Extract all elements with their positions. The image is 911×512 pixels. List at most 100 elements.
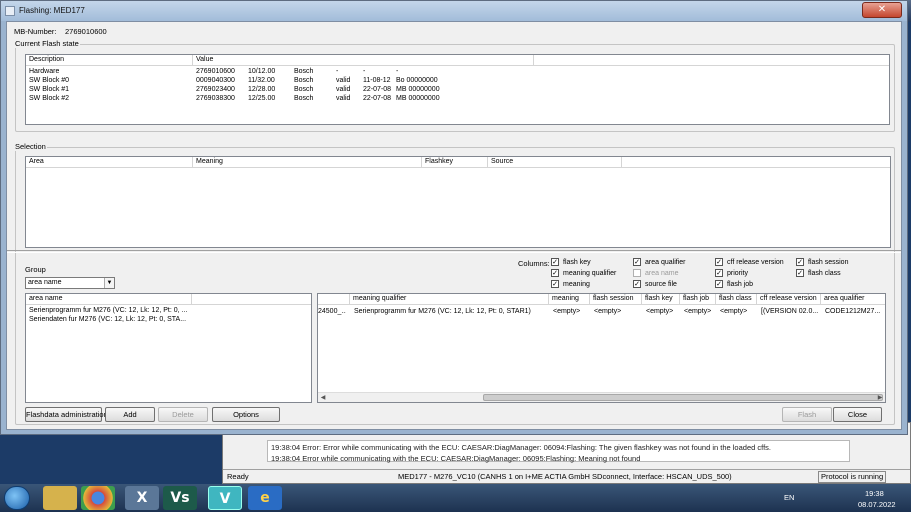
list-item[interactable]: Serienprogramm fur M276 (VC: 12, Lk: 12,… — [26, 306, 311, 315]
group-select-value: area name — [28, 279, 62, 286]
delete-button[interactable]: Delete — [158, 407, 208, 422]
table-cell: MB 00000000 — [396, 86, 440, 93]
column-checkbox[interactable]: ✓ — [715, 269, 723, 277]
vediamo-vs-icon[interactable]: Vs — [163, 486, 197, 510]
column-header[interactable]: area name — [26, 294, 192, 305]
table-cell: SW Block #1 — [29, 86, 70, 93]
area-name-list[interactable]: area name Serienprogramm fur M276 (VC: 1… — [25, 293, 312, 403]
close-button[interactable]: Close — [833, 407, 882, 422]
chevron-down-icon[interactable]: ▼ — [104, 278, 114, 288]
table-cell: <empty> — [646, 308, 674, 315]
column-header[interactable]: Area — [26, 157, 193, 168]
table-row[interactable]: 24500_... Serienprogramm fur M276 (VC: 12… — [318, 307, 885, 316]
group-title: Selection — [14, 142, 47, 151]
column-header[interactable] — [534, 55, 889, 66]
title-bar[interactable]: Flashing: MED177 ✕ — [1, 1, 907, 21]
status-protocol: Protocol is running — [818, 471, 887, 483]
scrollbar-thumb[interactable] — [483, 394, 883, 401]
table-cell: [(VERSION 02.0... — [761, 308, 819, 315]
table-cell: Bosch — [294, 86, 314, 93]
column-header[interactable]: Meaning — [193, 157, 422, 168]
column-header[interactable] — [318, 294, 350, 305]
column-header[interactable]: flash class — [716, 294, 757, 305]
start-button[interactable] — [4, 486, 30, 510]
column-header[interactable]: Flashkey — [422, 157, 488, 168]
column-checkbox[interactable]: ✓ — [715, 280, 723, 288]
column-checkbox[interactable]: ✓ — [633, 280, 641, 288]
column-header[interactable]: cff release version — [757, 294, 821, 305]
column-checkbox-label: flash session — [808, 259, 849, 266]
column-header[interactable]: area qualifier — [821, 294, 885, 305]
flash-state-list: Description Value Hardware 2769010600 10/1… — [25, 54, 890, 125]
column-checkbox-label: meaning — [563, 281, 590, 288]
xentry-icon[interactable]: X — [125, 486, 159, 510]
scroll-left-icon[interactable]: ◀ — [318, 393, 328, 402]
column-header[interactable]: Source — [488, 157, 622, 168]
table-cell: 12/28.00 — [248, 86, 276, 93]
flashdata-administration-button[interactable]: Flashdata administration — [25, 407, 108, 422]
table-cell: 22-07-08 — [363, 95, 392, 102]
flash-button[interactable]: Flash — [782, 407, 832, 422]
column-header[interactable]: Description — [26, 55, 193, 66]
table-cell: <empty> — [684, 308, 712, 315]
table-cell: MB 00000000 — [396, 95, 440, 102]
status-ready: Ready — [227, 472, 249, 481]
window-title: Flashing: MED177 — [19, 6, 85, 15]
table-cell: 10/12.00 — [248, 68, 276, 75]
current-flash-group: Current Flash state Description Value Ha… — [14, 39, 895, 132]
column-checkbox[interactable]: ✓ — [551, 269, 559, 277]
column-checkbox-label: flash job — [727, 281, 754, 288]
column-checkbox[interactable]: ✓ — [633, 258, 641, 266]
selection-list[interactable]: Area Meaning Flashkey Source — [25, 156, 891, 248]
dialog-client: MB-Number: 2769010600 Current Flash stat… — [6, 21, 902, 430]
status-connection: MED177 - M276_VC10 (CANHS 1 on I+ME ACTI… — [398, 472, 732, 481]
column-checkbox[interactable]: ✓ — [796, 258, 804, 266]
column-header[interactable]: meaning qualifier — [350, 294, 549, 305]
column-header[interactable]: flash session — [590, 294, 642, 305]
group-select[interactable]: area name ▼ — [25, 277, 115, 289]
explorer-icon[interactable] — [43, 486, 77, 510]
options-button[interactable]: Options — [212, 407, 280, 422]
table-cell: - — [363, 68, 366, 75]
table-cell: valid — [336, 86, 351, 93]
add-button[interactable]: Add — [105, 407, 155, 422]
splitter[interactable] — [7, 250, 901, 253]
window-close-button[interactable]: ✕ — [862, 2, 902, 18]
column-checkbox[interactable] — [633, 269, 641, 277]
column-header[interactable]: Value — [193, 55, 534, 66]
list-item[interactable]: Seriendaten fur M276 (VC: 12, Lk: 12, Pt… — [26, 315, 311, 324]
clock-date[interactable]: 08.07.2022 — [858, 500, 896, 509]
clock-time[interactable]: 19:38 — [865, 489, 884, 498]
column-checkbox[interactable]: ✓ — [796, 269, 804, 277]
column-checkbox[interactable]: ✓ — [551, 280, 559, 288]
flash-detail-list[interactable]: meaning qualifier meaning flash session fla… — [317, 293, 886, 403]
column-checkbox-label: meaning qualifier — [563, 270, 617, 277]
taskbar: X Vs V e EN 19:38 08.07.2022 — [0, 484, 911, 512]
log-line: 19:38:04 Error: Error while communicatin… — [271, 443, 771, 452]
table-cell: <empty> — [553, 308, 581, 315]
language-indicator[interactable]: EN — [784, 493, 794, 502]
column-checkbox[interactable]: ✓ — [715, 258, 723, 266]
table-row[interactable]: SW Block #0 0009040300 11/32.00 Bosch valid 1… — [26, 76, 889, 85]
column-header[interactable] — [622, 157, 890, 168]
column-header[interactable]: flash key — [642, 294, 680, 305]
chrome-icon[interactable] — [81, 486, 115, 510]
table-row[interactable]: SW Block #2 2769038300 12/25.00 Bosch valid 2… — [26, 94, 889, 103]
column-header[interactable]: flash job — [680, 294, 716, 305]
table-row[interactable]: Hardware 2769010600 10/12.00 Bosch - - - — [26, 67, 889, 76]
table-row[interactable]: SW Block #1 2769023400 12/28.00 Bosch valid 2… — [26, 85, 889, 94]
column-checkbox[interactable]: ✓ — [551, 258, 559, 266]
horizontal-scrollbar[interactable]: ◀ ▶ — [318, 392, 885, 402]
column-header[interactable] — [192, 294, 311, 305]
table-cell: valid — [336, 95, 351, 102]
column-header[interactable]: meaning — [549, 294, 590, 305]
table-cell: 12/25.00 — [248, 95, 276, 102]
ie-icon[interactable]: e — [248, 486, 282, 510]
scroll-right-icon[interactable]: ▶ — [875, 393, 885, 402]
column-checkbox-label: priority — [727, 270, 749, 277]
table-cell: Bosch — [294, 95, 314, 102]
table-cell: Bo 00000000 — [396, 77, 438, 84]
table-cell: Bosch — [294, 77, 314, 84]
table-cell: - — [396, 68, 399, 75]
vediamo-v-icon[interactable]: V — [208, 486, 242, 510]
